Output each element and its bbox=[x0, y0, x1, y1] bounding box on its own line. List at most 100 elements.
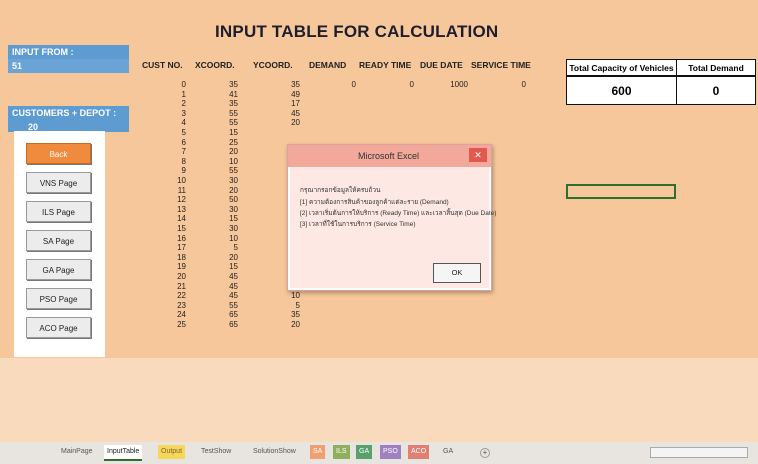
total-demand-value: 0 bbox=[676, 76, 756, 105]
total-capacity-value[interactable]: 600 bbox=[566, 76, 677, 105]
cell-xcoord[interactable]: 10 bbox=[186, 234, 238, 243]
table-row: 25 65 20 bbox=[130, 320, 530, 329]
customers-depot-label: CUSTOMERS + DEPOT : bbox=[8, 106, 129, 120]
cell-xcoord[interactable]: 45 bbox=[186, 282, 238, 291]
cell-ycoord[interactable]: 20 bbox=[238, 320, 300, 329]
cell-xcoord[interactable]: 55 bbox=[186, 109, 238, 118]
table-row: 24 65 35 bbox=[130, 310, 530, 319]
cell-cust-no[interactable]: 14 bbox=[130, 214, 186, 223]
cell-xcoord[interactable]: 55 bbox=[186, 301, 238, 310]
ga-page-button[interactable]: GA Page bbox=[26, 259, 91, 280]
cell-xcoord[interactable]: 5 bbox=[186, 243, 238, 252]
table-row: 23 55 5 bbox=[130, 301, 530, 310]
cell-ycoord[interactable]: 49 bbox=[238, 90, 300, 99]
cell-cust-no[interactable]: 17 bbox=[130, 243, 186, 252]
cell-cust-no[interactable]: 25 bbox=[130, 320, 186, 329]
dialog-message-line: [1] ความต้องการสินค้าของลูกค้าแต่ละราย (… bbox=[300, 199, 449, 206]
cell-cust-no[interactable]: 12 bbox=[130, 195, 186, 204]
sa-page-button[interactable]: SA Page bbox=[26, 230, 91, 251]
horizontal-scrollbar[interactable] bbox=[650, 447, 748, 458]
cell-xcoord[interactable]: 20 bbox=[186, 253, 238, 262]
selected-cell[interactable] bbox=[566, 184, 676, 199]
cell-xcoord[interactable]: 30 bbox=[186, 205, 238, 214]
cell-ycoord[interactable]: 35 bbox=[238, 80, 300, 89]
cell-cust-no[interactable]: 23 bbox=[130, 301, 186, 310]
vns-page-button[interactable]: VNS Page bbox=[26, 172, 91, 193]
cell-xcoord[interactable]: 45 bbox=[186, 291, 238, 300]
tab-aco[interactable]: ACO bbox=[408, 445, 430, 459]
cell-cust-no[interactable]: 8 bbox=[130, 157, 186, 166]
cell-ycoord[interactable]: 20 bbox=[238, 118, 300, 127]
cell-due-date[interactable]: 1000 bbox=[414, 80, 468, 89]
cell-cust-no[interactable]: 13 bbox=[130, 205, 186, 214]
cell-xcoord[interactable]: 65 bbox=[186, 320, 238, 329]
tab-output[interactable]: Output bbox=[158, 445, 186, 459]
tab-ga-2[interactable]: GA bbox=[440, 445, 456, 459]
cell-cust-no[interactable]: 18 bbox=[130, 253, 186, 262]
cell-xcoord[interactable]: 30 bbox=[186, 176, 238, 185]
cell-xcoord[interactable]: 35 bbox=[186, 99, 238, 108]
pso-page-button[interactable]: PSO Page bbox=[26, 288, 91, 309]
ok-button[interactable]: OK bbox=[433, 263, 481, 283]
cell-cust-no[interactable]: 6 bbox=[130, 138, 186, 147]
cell-cust-no[interactable]: 20 bbox=[130, 272, 186, 281]
cell-service-time[interactable]: 0 bbox=[468, 80, 526, 89]
tab-pso[interactable]: PSO bbox=[380, 445, 401, 459]
navigation-panel: Back VNS Page ILS Page SA Page GA Page P… bbox=[14, 131, 105, 357]
cell-xcoord[interactable]: 55 bbox=[186, 166, 238, 175]
cell-xcoord[interactable]: 15 bbox=[186, 214, 238, 223]
tab-sa[interactable]: SA bbox=[310, 445, 326, 459]
cell-xcoord[interactable]: 30 bbox=[186, 224, 238, 233]
cell-xcoord[interactable]: 65 bbox=[186, 310, 238, 319]
cell-xcoord[interactable]: 10 bbox=[186, 157, 238, 166]
cell-ycoord[interactable]: 10 bbox=[238, 291, 300, 300]
cell-cust-no[interactable]: 11 bbox=[130, 186, 186, 195]
cell-ycoord[interactable]: 35 bbox=[238, 310, 300, 319]
cell-cust-no[interactable]: 19 bbox=[130, 262, 186, 271]
cell-xcoord[interactable]: 15 bbox=[186, 262, 238, 271]
cell-ycoord[interactable]: 45 bbox=[238, 109, 300, 118]
ils-page-button[interactable]: ILS Page bbox=[26, 201, 91, 222]
tab-mainpage[interactable]: MainPage bbox=[58, 445, 96, 459]
tab-testshow[interactable]: TestShow bbox=[198, 445, 234, 459]
cell-xcoord[interactable]: 20 bbox=[186, 147, 238, 156]
cell-cust-no[interactable]: 2 bbox=[130, 99, 186, 108]
add-sheet-icon[interactable]: + bbox=[480, 448, 490, 458]
cell-xcoord[interactable]: 45 bbox=[186, 272, 238, 281]
tab-ils[interactable]: ILS bbox=[333, 445, 350, 459]
header-demand: DEMAND bbox=[309, 60, 347, 70]
cell-cust-no[interactable]: 3 bbox=[130, 109, 186, 118]
cell-cust-no[interactable]: 7 bbox=[130, 147, 186, 156]
cell-cust-no[interactable]: 0 bbox=[130, 80, 186, 89]
cell-cust-no[interactable]: 24 bbox=[130, 310, 186, 319]
cell-xcoord[interactable]: 50 bbox=[186, 195, 238, 204]
tab-inputtable[interactable]: InputTable bbox=[104, 445, 143, 461]
cell-xcoord[interactable]: 15 bbox=[186, 128, 238, 137]
back-button[interactable]: Back bbox=[26, 143, 91, 164]
tab-ga[interactable]: GA bbox=[356, 445, 373, 459]
cell-ycoord[interactable]: 17 bbox=[238, 99, 300, 108]
cell-cust-no[interactable]: 1 bbox=[130, 90, 186, 99]
dialog-message-line: [2] เวลาเริ่มต้นการให้บริการ (Ready Time… bbox=[300, 210, 497, 217]
tab-solutionshow[interactable]: SolutionShow bbox=[250, 445, 299, 459]
cell-cust-no[interactable]: 10 bbox=[130, 176, 186, 185]
cell-xcoord[interactable]: 41 bbox=[186, 90, 238, 99]
cell-cust-no[interactable]: 9 bbox=[130, 166, 186, 175]
cell-cust-no[interactable]: 5 bbox=[130, 128, 186, 137]
cell-ready-time[interactable]: 0 bbox=[356, 80, 414, 89]
cell-cust-no[interactable]: 16 bbox=[130, 234, 186, 243]
cell-xcoord[interactable]: 35 bbox=[186, 80, 238, 89]
cell-ycoord[interactable]: 5 bbox=[238, 301, 300, 310]
cell-xcoord[interactable]: 20 bbox=[186, 186, 238, 195]
cell-cust-no[interactable]: 22 bbox=[130, 291, 186, 300]
cell-cust-no[interactable]: 4 bbox=[130, 118, 186, 127]
dialog-titlebar[interactable]: Microsoft Excel ✕ bbox=[288, 145, 491, 167]
input-from-value[interactable]: 51 bbox=[8, 59, 129, 73]
close-icon[interactable]: ✕ bbox=[469, 148, 487, 162]
cell-cust-no[interactable]: 15 bbox=[130, 224, 186, 233]
cell-xcoord[interactable]: 25 bbox=[186, 138, 238, 147]
cell-demand[interactable]: 0 bbox=[300, 80, 356, 89]
cell-cust-no[interactable]: 21 bbox=[130, 282, 186, 291]
cell-xcoord[interactable]: 55 bbox=[186, 118, 238, 127]
aco-page-button[interactable]: ACO Page bbox=[26, 317, 91, 338]
